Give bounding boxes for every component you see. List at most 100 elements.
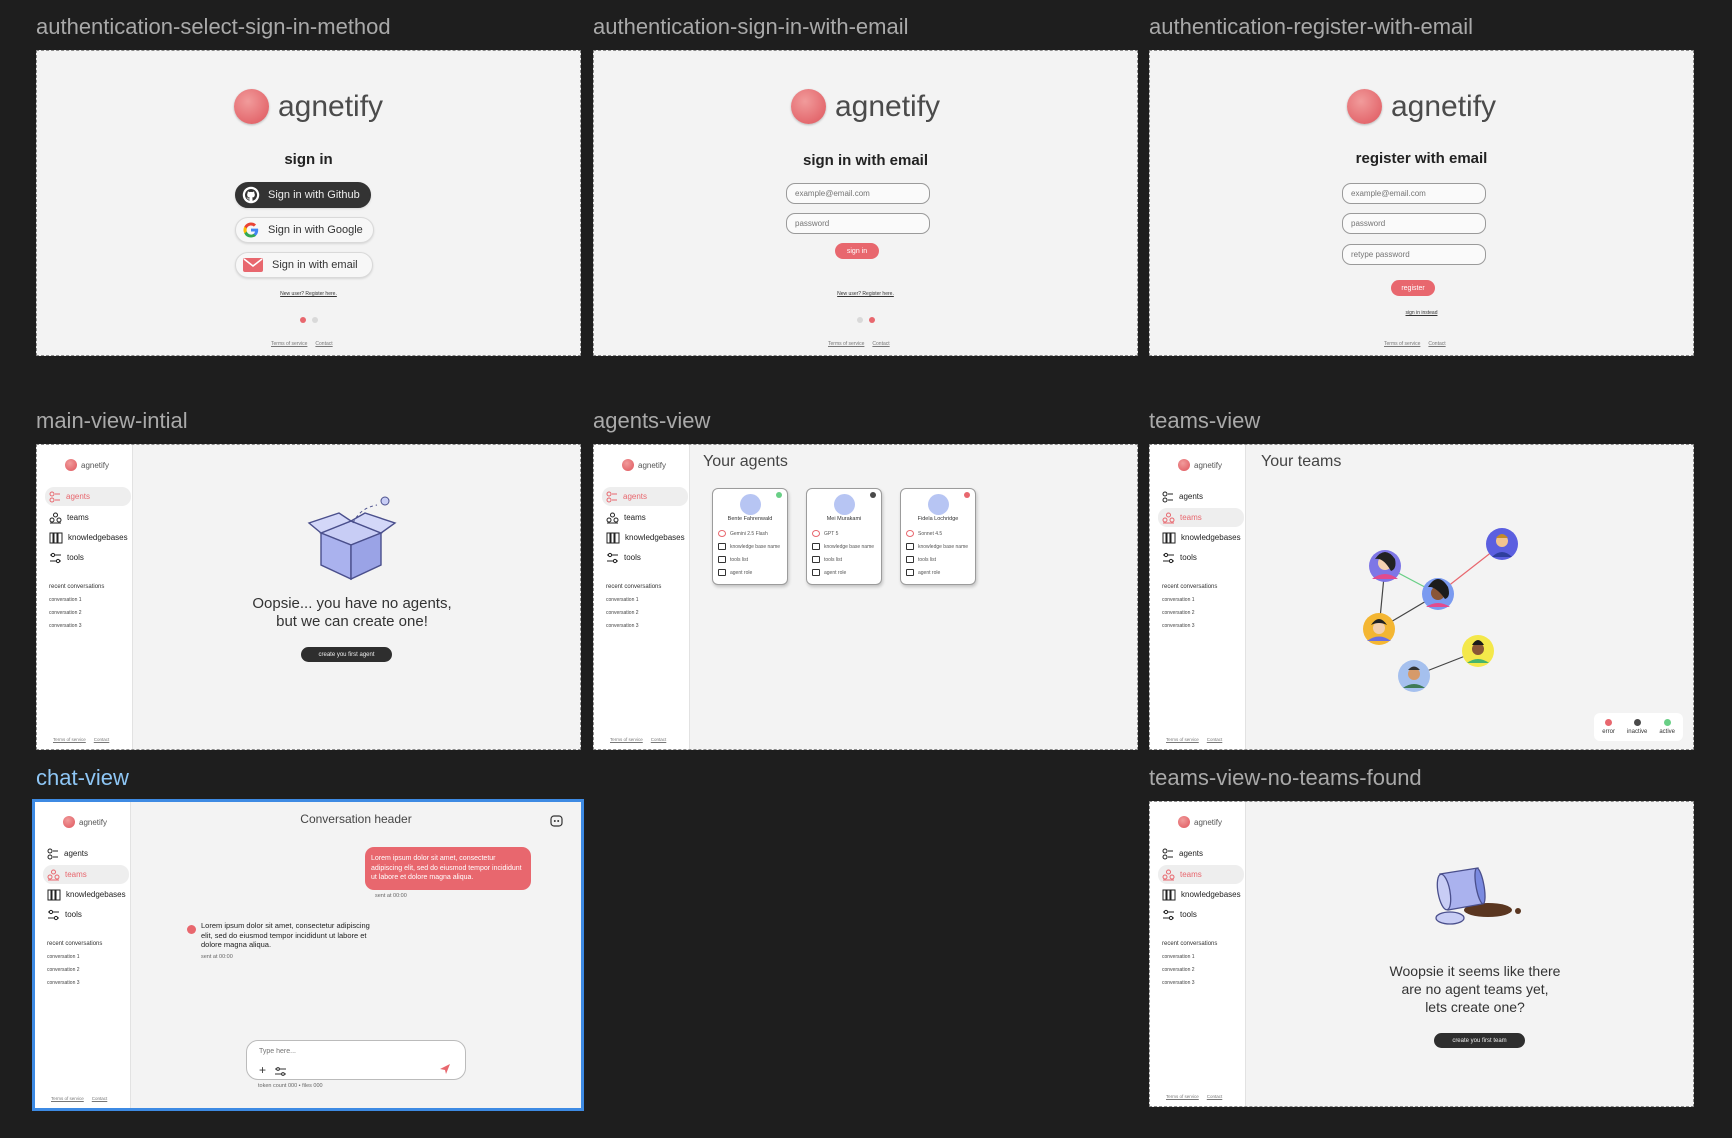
sidebar-item-teams[interactable]: teams	[1158, 865, 1244, 884]
recent-conversation-item[interactable]: conversation 1	[49, 597, 82, 603]
sign-in-button[interactable]: sign in	[835, 243, 879, 259]
auth-footer: Terms of service Contact	[1384, 341, 1446, 347]
terms-link[interactable]: Terms of service	[828, 341, 864, 347]
books-icon	[49, 532, 63, 543]
add-attachment-icon[interactable]: +	[259, 1063, 266, 1077]
email-input[interactable]	[1342, 183, 1486, 204]
recent-conversations-title: recent conversations	[47, 941, 103, 947]
terms-link[interactable]: Terms of service	[1166, 737, 1199, 742]
sidebar-logo[interactable]: agnetify	[63, 816, 107, 828]
carousel-dot-1[interactable]	[299, 317, 306, 323]
contact-link[interactable]: Contact	[1428, 341, 1445, 347]
carousel-dot-2[interactable]	[311, 317, 318, 323]
agent-card[interactable]: Bente Fahrenwald Gemini 2.5 Flash knowledg…	[712, 488, 788, 585]
sidebar-item-knowledgebases[interactable]: knowledgebases	[1158, 528, 1244, 547]
team-member-avatar[interactable]	[1398, 660, 1430, 692]
recent-conversation-item[interactable]: conversation 2	[47, 967, 80, 973]
recent-conversation-item[interactable]: conversation 1	[47, 954, 80, 960]
agent-card[interactable]: Fidela Lochridge Sonnet 4.5 knowledge base…	[900, 488, 976, 585]
github-sign-in-button[interactable]: Sign in with Github	[235, 182, 371, 208]
sidebar-item-knowledgebases[interactable]: knowledgebases	[43, 885, 129, 904]
terms-link[interactable]: Terms of service	[53, 737, 86, 742]
recent-conversation-item[interactable]: conversation 3	[1162, 980, 1195, 986]
recent-conversation-item[interactable]: conversation 3	[47, 980, 80, 986]
terms-link[interactable]: Terms of service	[51, 1096, 84, 1101]
sidebar-item-tools[interactable]: tools	[45, 548, 131, 567]
sidebar-logo[interactable]: agnetify	[622, 459, 666, 471]
new-user-register-link[interactable]: New user? Register here.	[594, 291, 1137, 297]
settings-sliders-icon[interactable]	[275, 1067, 286, 1076]
password-input[interactable]	[786, 213, 930, 234]
recent-conversation-item[interactable]: conversation 2	[1162, 610, 1195, 616]
sidebar-item-teams[interactable]: teams	[1158, 508, 1244, 527]
sign-in-instead-link[interactable]: sign in instead	[1150, 310, 1693, 316]
recent-conversation-item[interactable]: conversation 2	[49, 610, 82, 616]
sidebar-item-tools[interactable]: tools	[1158, 905, 1244, 924]
sidebar-item-agents[interactable]: agents	[45, 487, 131, 506]
sidebar-item-tools[interactable]: tools	[1158, 548, 1244, 567]
recent-conversation-item[interactable]: conversation 3	[1162, 623, 1195, 629]
sidebar-item-teams[interactable]: teams	[45, 508, 131, 527]
team-member-avatar[interactable]	[1486, 528, 1518, 560]
sidebar-logo[interactable]: agnetify	[65, 459, 109, 471]
team-member-avatar[interactable]	[1462, 635, 1494, 667]
recent-conversation-item[interactable]: conversation 3	[49, 623, 82, 629]
new-user-register-link[interactable]: New user? Register here.	[37, 291, 580, 297]
logo-mark	[63, 816, 75, 828]
sidebar-item-label: agents	[1179, 849, 1204, 858]
email-sign-in-button[interactable]: Sign in with email	[235, 252, 373, 278]
create-first-team-button[interactable]: create you first team	[1434, 1033, 1525, 1048]
terms-link[interactable]: Terms of service	[1166, 1094, 1199, 1099]
recent-conversation-item[interactable]: conversation 3	[606, 623, 639, 629]
agent-model: GPT 5	[824, 530, 839, 537]
sidebar-item-knowledgebases[interactable]: knowledgebases	[45, 528, 131, 547]
sidebar-item-teams[interactable]: teams	[602, 508, 688, 527]
no-agents-line1: Oopsie... you have no agents,	[252, 595, 452, 612]
agent-card[interactable]: Mei Murakami GPT 5 knowledge base name tool…	[806, 488, 882, 585]
contact-link[interactable]: Contact	[651, 737, 667, 742]
carousel-dot-1[interactable]	[856, 317, 863, 323]
team-member-avatar[interactable]	[1369, 550, 1401, 582]
books-icon	[812, 543, 820, 550]
carousel-dot-2[interactable]	[868, 317, 875, 323]
send-icon[interactable]	[439, 1063, 451, 1075]
contact-link[interactable]: Contact	[315, 341, 332, 347]
email-input[interactable]	[786, 183, 930, 204]
contact-link[interactable]: Contact	[1207, 737, 1223, 742]
team-member-avatar[interactable]	[1422, 578, 1454, 610]
robot-icon[interactable]	[550, 814, 563, 827]
team-member-avatar[interactable]	[1363, 613, 1395, 645]
sidebar-item-knowledgebases[interactable]: knowledgebases	[602, 528, 688, 547]
sidebar-item-teams[interactable]: teams	[43, 865, 129, 884]
retype-password-input[interactable]	[1342, 244, 1486, 265]
contact-link[interactable]: Contact	[872, 341, 889, 347]
empty-box-illustration	[307, 496, 397, 581]
register-button[interactable]: register	[1391, 280, 1435, 296]
sidebar-item-tools[interactable]: tools	[602, 548, 688, 567]
sidebar-item-agents[interactable]: agents	[43, 844, 129, 863]
recent-conversation-item[interactable]: conversation 1	[1162, 954, 1195, 960]
contact-link[interactable]: Contact	[94, 737, 110, 742]
recent-conversation-item[interactable]: conversation 1	[606, 597, 639, 603]
sidebar-item-tools[interactable]: tools	[43, 905, 129, 924]
message-input[interactable]	[259, 1048, 439, 1055]
terms-link[interactable]: Terms of service	[610, 737, 643, 742]
terms-link[interactable]: Terms of service	[271, 341, 307, 347]
sidebar-item-agents[interactable]: agents	[1158, 487, 1244, 506]
terms-link[interactable]: Terms of service	[1384, 341, 1420, 347]
agents-icon	[49, 491, 60, 502]
recent-conversation-item[interactable]: conversation 2	[606, 610, 639, 616]
sidebar-item-knowledgebases[interactable]: knowledgebases	[1158, 885, 1244, 904]
sidebar-logo[interactable]: agnetify	[1178, 816, 1222, 828]
teams-graph	[1363, 528, 1518, 692]
recent-conversation-item[interactable]: conversation 2	[1162, 967, 1195, 973]
sidebar-item-agents[interactable]: agents	[1158, 844, 1244, 863]
recent-conversation-item[interactable]: conversation 1	[1162, 597, 1195, 603]
sidebar-item-agents[interactable]: agents	[602, 487, 688, 506]
contact-link[interactable]: Contact	[1207, 1094, 1223, 1099]
create-first-agent-button[interactable]: create you first agent	[301, 647, 392, 662]
password-input[interactable]	[1342, 213, 1486, 234]
sidebar-logo[interactable]: agnetify	[1178, 459, 1222, 471]
google-sign-in-button[interactable]: Sign in with Google	[235, 217, 374, 243]
contact-link[interactable]: Contact	[92, 1096, 108, 1101]
